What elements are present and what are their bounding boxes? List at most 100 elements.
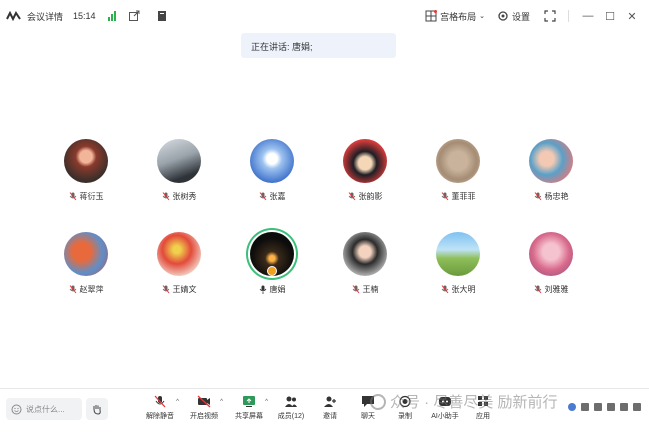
mic-muted-icon bbox=[534, 285, 541, 294]
layout-button[interactable]: 宫格布局 ⌄ bbox=[425, 10, 485, 23]
avatar bbox=[157, 139, 201, 183]
participant-name: 张树秀 bbox=[172, 192, 197, 201]
mic-muted-icon bbox=[441, 285, 448, 294]
maximize-icon[interactable]: ☐ bbox=[603, 10, 617, 23]
divider bbox=[568, 10, 569, 22]
participant-tile[interactable]: 杨忠艳 bbox=[506, 139, 596, 202]
chat-placeholder: 说点什么... bbox=[26, 404, 65, 414]
network-icon[interactable] bbox=[594, 403, 602, 411]
tool-label: 应用 bbox=[476, 413, 490, 420]
speaking-indicator: 正在讲话: 唐娟; bbox=[241, 33, 396, 58]
participant-name: 唐娟 bbox=[269, 285, 286, 294]
members-icon bbox=[285, 396, 297, 407]
invite-button[interactable]: 邀请 bbox=[310, 395, 350, 421]
system-tray bbox=[568, 403, 641, 411]
participant-tile[interactable]: 蒋衍玉 bbox=[41, 139, 131, 202]
watermark-text: 众号 · 尽善尽美 励新前行 bbox=[390, 394, 558, 411]
chat-input[interactable]: 说点什么... bbox=[6, 398, 82, 420]
avatar bbox=[436, 232, 480, 276]
participant-name: 张大明 bbox=[451, 285, 476, 294]
tool-label: 录制 bbox=[398, 413, 412, 420]
settings-label: 设置 bbox=[511, 11, 530, 22]
signal-strength-icon[interactable] bbox=[107, 11, 116, 21]
chevron-down-icon: ⌄ bbox=[479, 13, 485, 20]
tool-label: 聊天 bbox=[361, 413, 375, 420]
notes-icon[interactable] bbox=[156, 10, 168, 22]
participant-name: 蒋衍玉 bbox=[79, 192, 104, 201]
emoji-icon bbox=[11, 404, 22, 414]
chevron-up-icon[interactable]: ^ bbox=[265, 399, 268, 405]
avatar bbox=[436, 139, 480, 183]
avatar bbox=[64, 139, 108, 183]
mic-muted-icon bbox=[534, 192, 541, 201]
mic-icon bbox=[259, 285, 266, 294]
participant-name: 王楠 bbox=[362, 285, 379, 294]
battery-icon[interactable] bbox=[607, 403, 615, 411]
title-bar-left: 会议详情 15:14 bbox=[6, 9, 168, 23]
tool-label: 邀请 bbox=[323, 413, 337, 420]
gear-icon bbox=[498, 11, 508, 21]
tool-label: AI小助手 bbox=[431, 413, 459, 420]
participant-tile[interactable]: 刘雅雅 bbox=[506, 232, 596, 295]
participant-tile[interactable]: 王楠 bbox=[320, 232, 410, 295]
mic-icon[interactable] bbox=[581, 403, 589, 411]
watermark: 众号 · 尽善尽美 励新前行 bbox=[370, 391, 558, 412]
start-video-button[interactable]: ^ 开启视频 bbox=[184, 395, 224, 421]
chevron-up-icon[interactable]: ^ bbox=[220, 399, 223, 405]
speaking-text: 正在讲话: 唐娟; bbox=[251, 42, 313, 52]
participant-tile[interactable]: 张大明 bbox=[413, 232, 503, 295]
mic-muted-icon bbox=[441, 192, 448, 201]
avatar bbox=[529, 232, 573, 276]
mic-muted-icon bbox=[162, 192, 169, 201]
chevron-up-icon[interactable]: ^ bbox=[176, 399, 179, 405]
participant-name: 刘雅雅 bbox=[544, 285, 569, 294]
participant-tile[interactable]: 张韵影 bbox=[320, 139, 410, 202]
raise-hand-button[interactable] bbox=[86, 398, 108, 420]
close-icon[interactable]: ✕ bbox=[625, 10, 639, 23]
mic-muted-icon bbox=[69, 192, 76, 201]
participant-name: 张韵影 bbox=[358, 192, 383, 201]
invite-icon bbox=[324, 396, 336, 407]
participant-name: 王婧文 bbox=[172, 285, 197, 294]
watermark-logo-icon bbox=[370, 393, 386, 410]
volume-icon[interactable] bbox=[633, 403, 641, 411]
avatar bbox=[250, 139, 294, 183]
tray-icon[interactable] bbox=[568, 403, 576, 411]
open-external-icon[interactable] bbox=[128, 10, 140, 22]
unmute-button[interactable]: ^ 解除静音 bbox=[140, 395, 180, 421]
layout-label: 宫格布局 bbox=[440, 11, 477, 22]
app-logo-icon bbox=[6, 11, 21, 21]
participant-tile[interactable]: 张嘉 bbox=[227, 139, 317, 202]
mic-muted-icon bbox=[69, 285, 76, 294]
avatar bbox=[250, 232, 294, 276]
avatar bbox=[343, 139, 387, 183]
title-bar: 会议详情 15:14 宫格布局 ⌄ 设置 — ☐ ✕ bbox=[0, 0, 649, 32]
minimize-icon[interactable]: — bbox=[581, 10, 595, 22]
participant-name: 董菲菲 bbox=[451, 192, 476, 201]
mic-muted-icon bbox=[162, 285, 169, 294]
mic-muted-icon bbox=[259, 192, 266, 201]
tool-label: 解除静音 bbox=[146, 413, 174, 420]
tool-label: 共享屏幕 bbox=[235, 413, 263, 420]
avatar bbox=[157, 232, 201, 276]
hand-icon bbox=[93, 405, 101, 415]
settings-button[interactable]: 设置 bbox=[497, 10, 530, 23]
participant-tile-active-speaker[interactable]: 唐娟 bbox=[227, 232, 317, 295]
mic-muted-icon bbox=[154, 395, 166, 408]
participant-tile[interactable]: 张树秀 bbox=[134, 139, 224, 202]
title-bar-right: 宫格布局 ⌄ 设置 — ☐ ✕ bbox=[425, 9, 639, 23]
participant-tile[interactable]: 赵翠萍 bbox=[41, 232, 131, 295]
participant-tile[interactable]: 王婧文 bbox=[134, 232, 224, 295]
members-button[interactable]: 成员(12) bbox=[271, 395, 311, 421]
participant-name: 张嘉 bbox=[269, 192, 286, 201]
fullscreen-icon[interactable] bbox=[544, 10, 556, 22]
avatar bbox=[343, 232, 387, 276]
participant-tile[interactable]: 董菲菲 bbox=[413, 139, 503, 202]
participant-name: 赵翠萍 bbox=[79, 285, 104, 294]
tool-label: 成员(12) bbox=[277, 413, 305, 420]
share-screen-button[interactable]: ^ 共享屏幕 bbox=[229, 395, 269, 421]
mic-muted-icon bbox=[352, 285, 359, 294]
app-title[interactable]: 会议详情 bbox=[27, 10, 63, 23]
keyboard-icon[interactable] bbox=[620, 403, 628, 411]
avatar bbox=[529, 139, 573, 183]
